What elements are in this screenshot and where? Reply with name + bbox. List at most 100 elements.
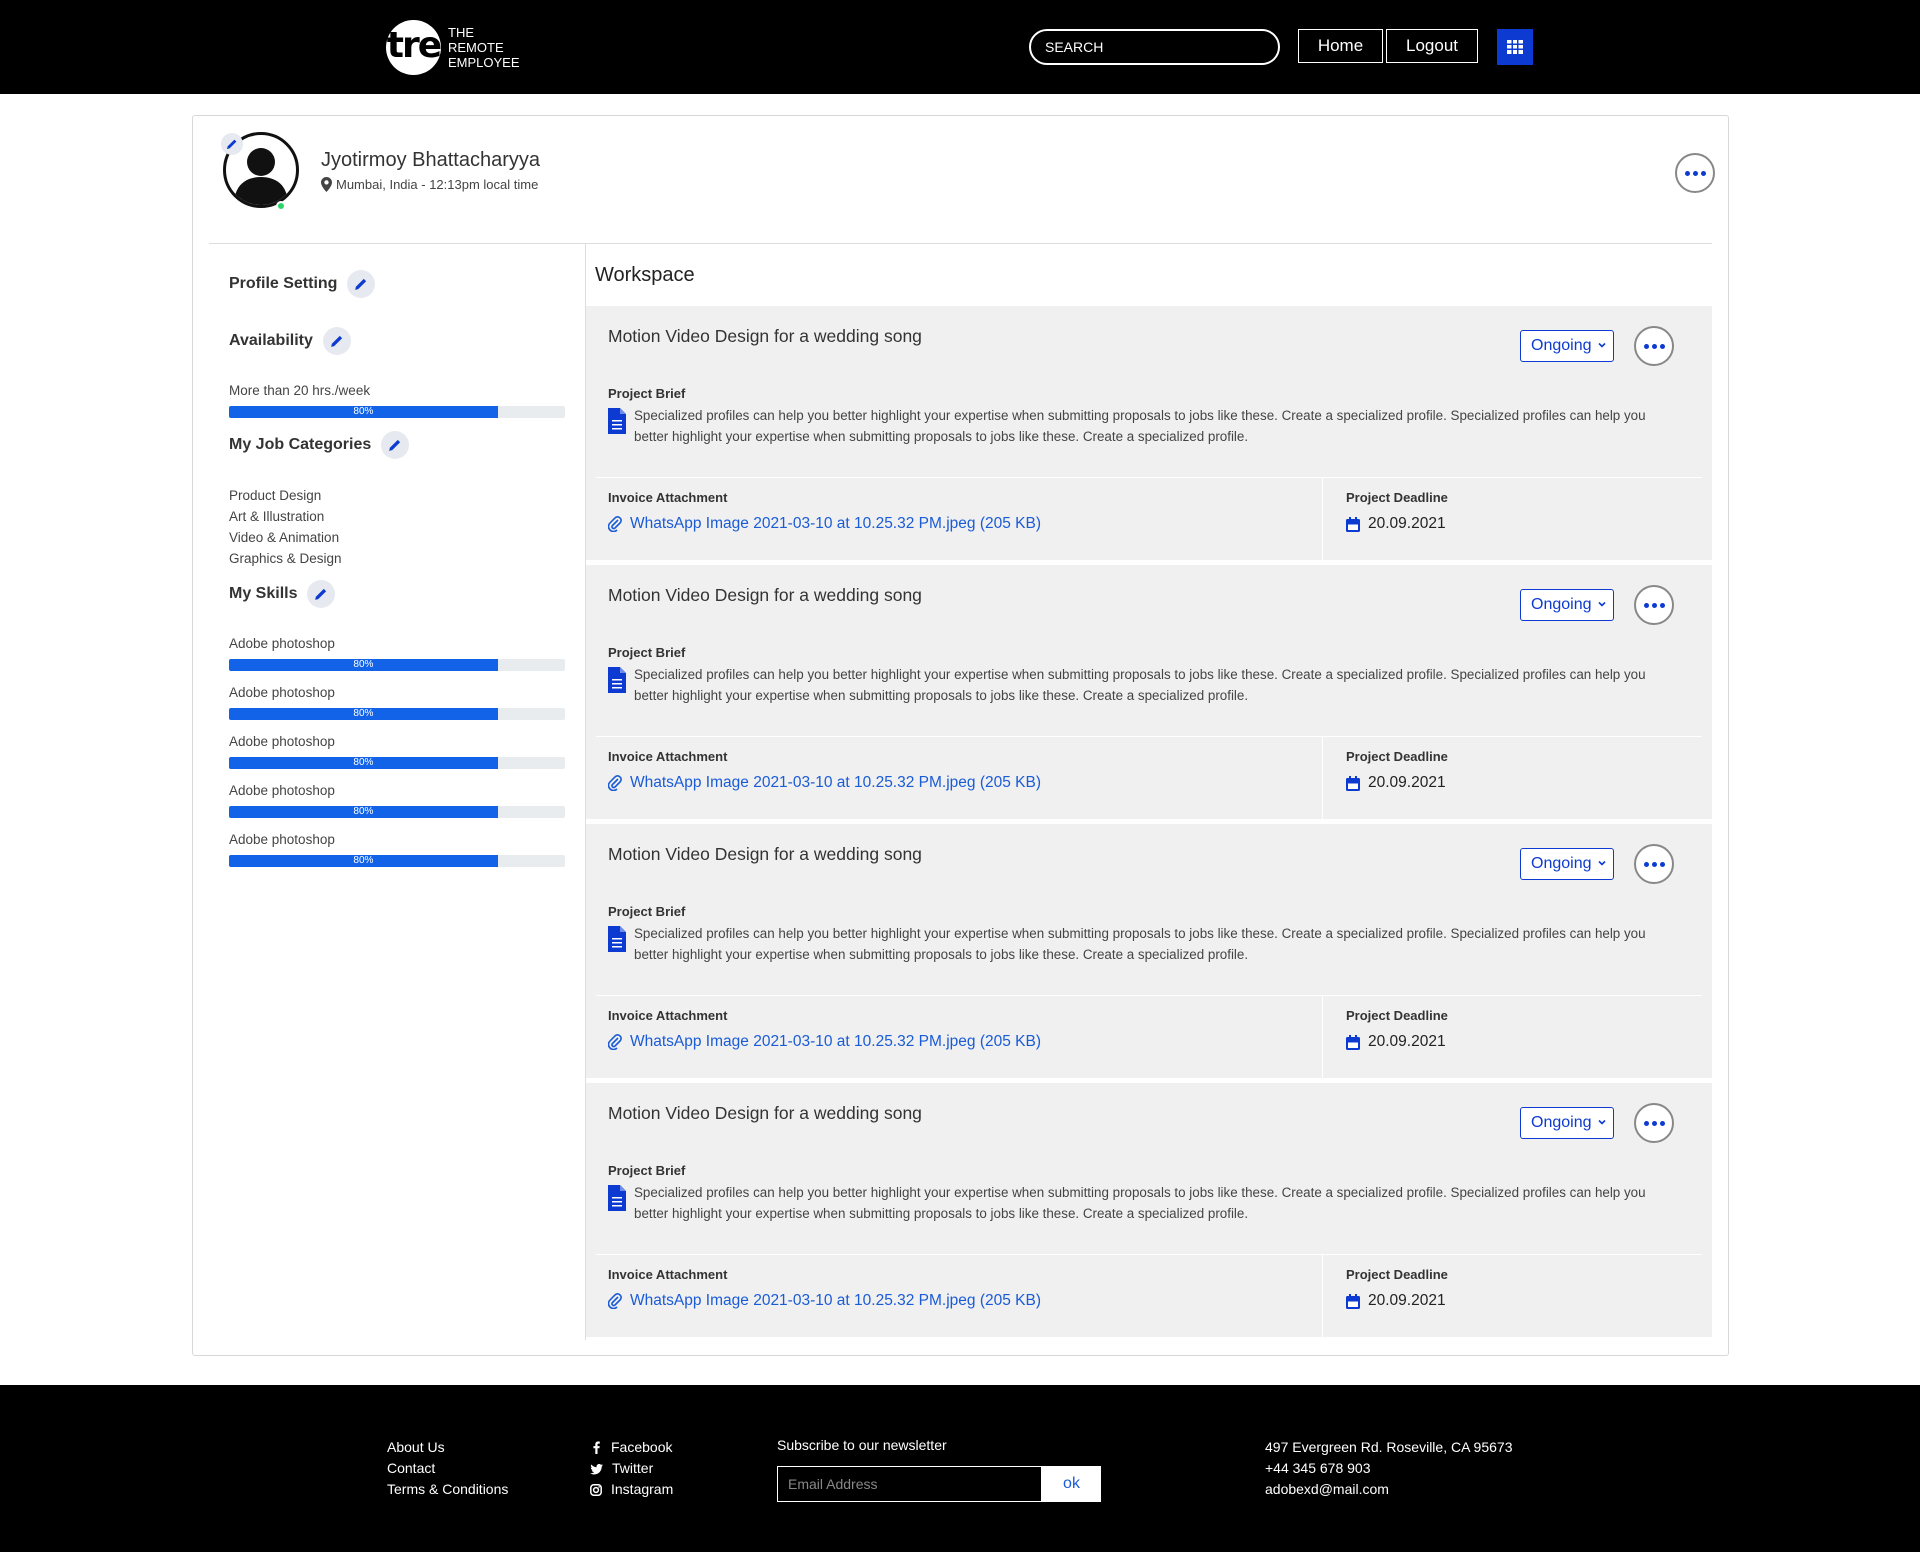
pencil-icon (227, 139, 237, 149)
edit-profile-setting-button[interactable] (347, 270, 376, 298)
logo-mark: tre (386, 20, 442, 75)
brief-label: Project Brief (608, 904, 686, 919)
availability-progress-bar: 80% (229, 406, 565, 418)
logout-button[interactable]: Logout (1386, 29, 1478, 63)
apps-grid-button[interactable] (1497, 29, 1533, 65)
calendar-icon (1346, 516, 1360, 532)
calendar-icon (1346, 1293, 1360, 1309)
brief-label: Project Brief (608, 386, 686, 401)
footer-links: About Us Contact Terms & Conditions (387, 1437, 508, 1500)
more-dot-icon (1659, 602, 1665, 608)
project-status-select[interactable]: Ongoing (1520, 848, 1614, 880)
footer-email-link[interactable]: adobexd@mail.com (1265, 1479, 1512, 1500)
divider (1322, 1254, 1323, 1337)
user-location: Mumbai, India - 12:13pm local time (321, 177, 538, 192)
social-label: Twitter (612, 1460, 654, 1476)
profile-more-button[interactable] (1675, 153, 1715, 193)
pencil-icon (389, 439, 401, 451)
more-dot-icon (1651, 343, 1657, 349)
invoice-attachment-link[interactable]: WhatsApp Image 2021-03-10 at 10.25.32 PM… (608, 1033, 1041, 1051)
project-more-button[interactable] (1634, 585, 1674, 625)
newsletter-label: Subscribe to our newsletter (777, 1437, 947, 1453)
divider (596, 477, 1702, 478)
document-icon (608, 667, 626, 693)
job-category-item: Product Design (229, 488, 322, 503)
social-link-twitter[interactable]: Twitter (590, 1458, 673, 1479)
availability-text: More than 20 hrs./week (229, 383, 371, 398)
brand-logo[interactable]: tre THE REMOTE EMPLOYEE (386, 20, 520, 75)
project-more-button[interactable] (1634, 1103, 1674, 1143)
section-title: Profile Setting (229, 275, 338, 292)
status-value: Ongoing (1531, 337, 1592, 354)
invoice-attachment-link[interactable]: WhatsApp Image 2021-03-10 at 10.25.32 PM… (608, 774, 1041, 792)
social-link-instagram[interactable]: Instagram (590, 1479, 673, 1500)
divider (596, 995, 1702, 996)
project-more-button[interactable] (1634, 844, 1674, 884)
job-category-item: Video & Animation (229, 530, 340, 545)
invoice-label: Invoice Attachment (608, 1267, 728, 1282)
profile-sidebar: Profile Setting Availability More than 2… (229, 244, 585, 1344)
paperclip-icon (608, 1293, 622, 1309)
invoice-attachment-link[interactable]: WhatsApp Image 2021-03-10 at 10.25.32 PM… (608, 1292, 1041, 1310)
deadline-date: 20.09.2021 (1368, 1292, 1446, 1309)
skill-name: Adobe photoshop (229, 832, 335, 847)
home-button[interactable]: Home (1298, 29, 1383, 63)
brief-text: Specialized profiles can help you better… (634, 667, 1646, 703)
skill-name: Adobe photoshop (229, 734, 335, 749)
edit-skills-button[interactable] (307, 580, 336, 608)
edit-job-categories-button[interactable] (381, 431, 410, 459)
document-icon (608, 1185, 626, 1211)
more-dot-icon (1659, 343, 1665, 349)
skill-progress-bar: 80% (229, 708, 565, 720)
progress-fill: 80% (229, 757, 498, 769)
progress-fill: 80% (229, 855, 498, 867)
project-card: Motion Video Design for a wedding song O… (586, 306, 1712, 560)
newsletter-email-input[interactable] (777, 1466, 1042, 1502)
footer-link-contact[interactable]: Contact (387, 1458, 508, 1479)
deadline-date: 20.09.2021 (1368, 774, 1446, 791)
social-label: Instagram (611, 1481, 674, 1497)
skill-name: Adobe photoshop (229, 636, 335, 651)
job-categories-section: My Job Categories (229, 431, 410, 459)
status-value: Ongoing (1531, 596, 1592, 613)
project-status-select[interactable]: Ongoing (1520, 1107, 1614, 1139)
chevron-down-icon (1598, 1119, 1606, 1125)
edit-availability-button[interactable] (322, 327, 351, 355)
grid-icon (1507, 40, 1523, 54)
logo-text: THE REMOTE EMPLOYEE (448, 25, 520, 70)
more-dot-icon (1651, 602, 1657, 608)
deadline-date: 20.09.2021 (1368, 1033, 1446, 1050)
profile-card: Jyotirmoy Bhattacharyya Mumbai, India - … (192, 115, 1729, 1356)
invoice-file-name: WhatsApp Image 2021-03-10 at 10.25.32 PM… (630, 515, 1041, 532)
deadline-label: Project Deadline (1346, 749, 1448, 764)
brief-text: Specialized profiles can help you better… (634, 408, 1646, 444)
footer-link-terms[interactable]: Terms & Conditions (387, 1479, 508, 1500)
chevron-down-icon (1598, 860, 1606, 866)
calendar-icon (1346, 775, 1360, 791)
footer-link-about[interactable]: About Us (387, 1437, 508, 1458)
project-card: Motion Video Design for a wedding song O… (586, 824, 1712, 1078)
skill-name: Adobe photoshop (229, 685, 335, 700)
brief-text: Specialized profiles can help you better… (634, 926, 1646, 962)
footer-phone: +44 345 678 903 (1265, 1460, 1371, 1476)
status-value: Ongoing (1531, 1114, 1592, 1131)
deadline-label: Project Deadline (1346, 1267, 1448, 1282)
profile-setting-section: Profile Setting (229, 270, 376, 298)
project-status-select[interactable]: Ongoing (1520, 330, 1614, 362)
skill-progress-bar: 80% (229, 757, 565, 769)
section-title: Availability (229, 332, 313, 349)
job-category-item: Graphics & Design (229, 551, 342, 566)
newsletter-submit-button[interactable]: ok (1042, 1466, 1101, 1502)
divider (1322, 477, 1323, 560)
project-more-button[interactable] (1634, 326, 1674, 366)
footer: About Us Contact Terms & Conditions Face… (0, 1385, 1920, 1552)
skill-progress-bar: 80% (229, 659, 565, 671)
avatar-edit-button[interactable] (221, 133, 243, 155)
invoice-attachment-link[interactable]: WhatsApp Image 2021-03-10 at 10.25.32 PM… (608, 515, 1041, 533)
invoice-file-name: WhatsApp Image 2021-03-10 at 10.25.32 PM… (630, 1292, 1041, 1309)
project-status-select[interactable]: Ongoing (1520, 589, 1614, 621)
pencil-icon (355, 278, 367, 290)
search-input[interactable] (1029, 29, 1280, 65)
paperclip-icon (608, 516, 622, 532)
social-link-facebook[interactable]: Facebook (590, 1437, 673, 1458)
